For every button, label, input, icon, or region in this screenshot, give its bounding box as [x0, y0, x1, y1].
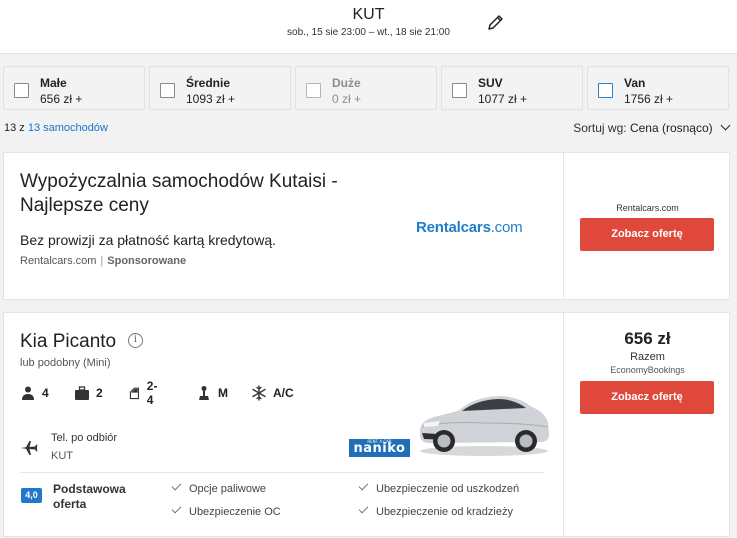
- filter-checkbox[interactable]: [14, 83, 29, 98]
- filter-checkbox[interactable]: [160, 83, 175, 98]
- supplier-logo: RENT A CAR naniko: [349, 439, 410, 457]
- spec-value: A/C: [273, 386, 294, 400]
- logo-main: Rentalcars: [416, 219, 491, 236]
- feature-item: Ubezpieczenie OC: [171, 503, 281, 518]
- rating-badge: 4,0: [21, 488, 42, 503]
- filter-male[interactable]: Małe 656 zł +: [3, 66, 145, 110]
- spec-value: 2: [96, 386, 103, 400]
- sort-control[interactable]: Sortuj wg: Cena (rosnąco): [573, 120, 731, 135]
- ad-view-offer-button[interactable]: Zobacz ofertę: [580, 218, 714, 251]
- filter-price: 1756 zł +: [624, 92, 674, 106]
- info-icon[interactable]: i: [128, 333, 143, 348]
- filter-price: 1093 zł +: [186, 92, 236, 106]
- checkmark-icon: [358, 480, 369, 491]
- airplane-icon: [21, 441, 38, 455]
- result-count-link[interactable]: 13 samochodów: [28, 122, 108, 134]
- rental-dates: sob., 15 sie 23:00 – wt., 18 sie 21:00: [287, 27, 450, 38]
- spec-transmission: M: [196, 384, 228, 402]
- car-similar: lub podobny (Mini): [20, 357, 111, 369]
- car-door-icon: [129, 387, 139, 400]
- spec-bags: 2: [74, 384, 103, 402]
- pencil-icon[interactable]: [486, 12, 506, 32]
- filter-checkbox[interactable]: [598, 83, 613, 98]
- logo-suffix: .com: [490, 219, 523, 236]
- filter-name: Średnie: [186, 76, 231, 90]
- pickup-location: KUT: [51, 450, 73, 462]
- filter-price: 1077 zł +: [478, 92, 528, 106]
- sort-value[interactable]: Cena (rosnąco): [630, 121, 713, 135]
- feature-item: Opcje paliwowe: [171, 480, 266, 495]
- feature-item: Ubezpieczenie od uszkodzeń: [358, 480, 519, 495]
- car-image: [420, 396, 549, 456]
- filter-srednie[interactable]: Średnie 1093 zł +: [149, 66, 291, 110]
- suitcase-icon: [75, 386, 89, 400]
- spec-seats: 4: [20, 384, 49, 402]
- ad-source: Rentalcars.com: [616, 203, 679, 213]
- spec-value: 4: [42, 386, 49, 400]
- spec-doors: 2-4: [128, 379, 161, 407]
- card-section-divider: [20, 472, 544, 473]
- offer-type: Podstawowa oferta: [53, 482, 126, 511]
- pickup-label: Tel. po odbiór: [51, 432, 118, 444]
- filter-name: Van: [624, 76, 646, 90]
- sponsored-ad-card: Wypożyczalnia samochodów Kutaisi - Najle…: [3, 152, 730, 300]
- ad-title[interactable]: Wypożyczalnia samochodów Kutaisi - Najle…: [20, 170, 380, 218]
- filter-name: SUV: [478, 76, 503, 90]
- ad-domain: Rentalcars.com: [20, 255, 97, 267]
- person-icon: [22, 386, 34, 400]
- broker-name: EconomyBookings: [610, 365, 685, 375]
- car-class-filters: Małe 656 zł + Średnie 1093 zł + Duże 0 z…: [0, 66, 737, 112]
- sponsored-label: Sponsorowane: [107, 255, 187, 267]
- ad-meta: Rentalcars.com | Sponsorowane: [20, 255, 186, 267]
- snowflake-icon: [252, 385, 266, 401]
- filter-van[interactable]: Van 1756 zł +: [587, 66, 729, 110]
- filter-suv[interactable]: SUV 1077 zł +: [441, 66, 583, 110]
- feature-item: Ubezpieczenie od kradzieży: [358, 503, 513, 518]
- gearshift-icon: [199, 386, 209, 400]
- result-count: 13 z 13 samochodów: [4, 122, 108, 134]
- pickup-location-title: KUT: [352, 6, 385, 23]
- filter-price: 0 zł +: [332, 92, 362, 106]
- result-count-prefix: 13 z: [4, 122, 25, 134]
- ad-description: Bez prowizji za płatność kartą kredytową…: [20, 232, 276, 248]
- ad-separator: |: [100, 255, 104, 267]
- checkmark-icon: [358, 503, 369, 514]
- car-price: 656 zł: [624, 329, 671, 348]
- rentalcars-logo: Rentalcars.com: [416, 219, 523, 236]
- chevron-down-icon[interactable]: [720, 120, 731, 131]
- search-summary-header: KUT sob., 15 sie 23:00 – wt., 18 sie 21:…: [0, 0, 737, 54]
- sort-label: Sortuj wg:: [573, 121, 627, 135]
- filter-name: Małe: [40, 76, 67, 90]
- spec-ac: A/C: [251, 384, 294, 402]
- checkmark-icon: [171, 480, 182, 491]
- filter-price: 656 zł +: [40, 92, 83, 106]
- filter-checkbox[interactable]: [452, 83, 467, 98]
- car-result-card: Kia Picanto i lub podobny (Mini) 4 2 2-4: [3, 312, 730, 537]
- checkmark-icon: [171, 503, 182, 514]
- spec-value: M: [218, 386, 228, 400]
- car-name: Kia Picanto: [20, 331, 117, 352]
- supplier-small-text: RENT A CAR: [367, 439, 392, 444]
- price-total-label: Razem: [630, 351, 665, 363]
- spec-value: 2-4: [146, 379, 158, 407]
- filter-duze: Duże 0 zł +: [295, 66, 437, 110]
- filter-checkbox: [306, 83, 321, 98]
- card-divider: [563, 153, 564, 299]
- filter-name: Duże: [332, 76, 361, 90]
- car-view-offer-button[interactable]: Zobacz ofertę: [580, 381, 714, 414]
